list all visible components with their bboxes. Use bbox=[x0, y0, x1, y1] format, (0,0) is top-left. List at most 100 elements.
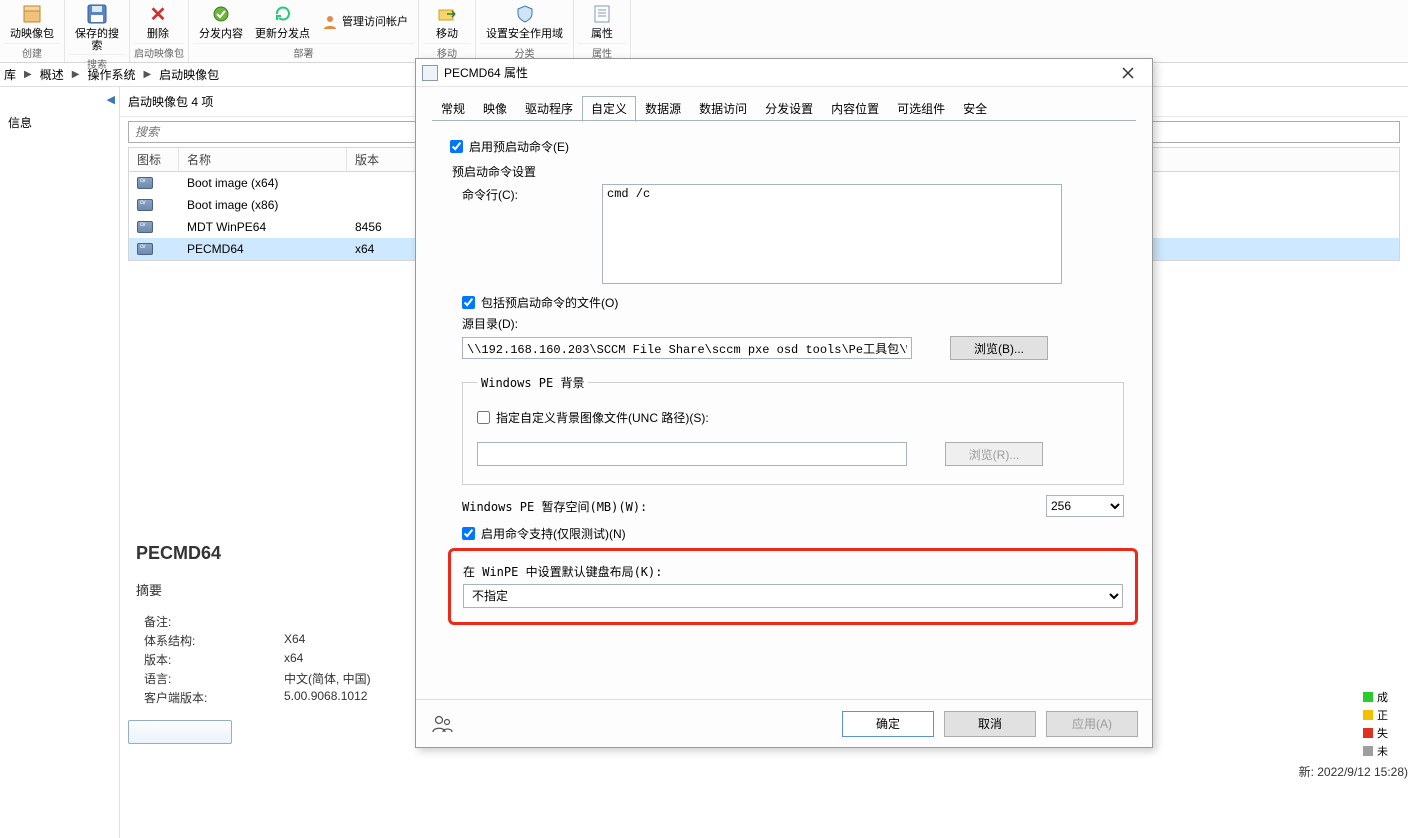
breadcrumb-item[interactable]: 概述 bbox=[36, 66, 68, 83]
legend-label: 正 bbox=[1377, 707, 1388, 723]
chevron-right-icon: ▶ bbox=[20, 69, 36, 80]
browse-srcdir-button[interactable]: 浏览(B)... bbox=[950, 336, 1048, 360]
detail-value: 中文(简体, 中国) bbox=[284, 670, 371, 687]
properties-icon bbox=[590, 2, 614, 26]
ribbon-delete[interactable]: ✕ 删除 bbox=[134, 0, 182, 43]
disk-icon bbox=[137, 221, 153, 233]
distribute-icon bbox=[209, 2, 233, 26]
dialog-tab[interactable]: 自定义 bbox=[582, 96, 636, 122]
enable-prestart-checkbox[interactable] bbox=[450, 140, 463, 153]
properties-dialog: PECMD64 属性 常规映像驱动程序自定义数据源数据访问分发设置内容位置可选组… bbox=[415, 58, 1153, 748]
refresh-icon bbox=[271, 2, 295, 26]
legend-item: 成 bbox=[1363, 689, 1408, 705]
ribbon-label: 保存的搜 索 bbox=[75, 28, 119, 52]
cmdline-textarea[interactable]: cmd /c bbox=[602, 184, 1062, 284]
ribbon-distribute-content[interactable]: 分发内容 bbox=[193, 0, 249, 43]
dialog-icon bbox=[422, 65, 438, 81]
pe-bg-checkbox[interactable] bbox=[477, 411, 490, 424]
row-icon bbox=[129, 199, 179, 211]
package-icon bbox=[20, 2, 44, 26]
breadcrumb-item[interactable]: 启动映像包 bbox=[155, 66, 223, 83]
detail-action-button[interactable] bbox=[128, 720, 232, 744]
ribbon-group-label: 部署 bbox=[193, 43, 414, 62]
legend-swatch bbox=[1363, 710, 1373, 720]
pe-bg-label: 指定自定义背景图像文件(UNC 路径)(S): bbox=[496, 409, 709, 426]
dialog-tabs: 常规映像驱动程序自定义数据源数据访问分发设置内容位置可选组件安全 bbox=[416, 87, 1152, 121]
detail-key: 备注: bbox=[144, 613, 284, 630]
left-nav-pane: ◀ 信息 bbox=[0, 87, 120, 838]
ribbon-label: 管理访问帐户 bbox=[342, 16, 408, 28]
disk-icon bbox=[137, 177, 153, 189]
legend-swatch bbox=[1363, 746, 1373, 756]
include-files-label: 包括预启动命令的文件(O) bbox=[481, 294, 618, 311]
people-icon[interactable] bbox=[430, 712, 454, 736]
breadcrumb-item[interactable]: 库 bbox=[0, 66, 20, 83]
legend-swatch bbox=[1363, 728, 1373, 738]
legend-label: 成 bbox=[1377, 689, 1388, 705]
scratch-space-select[interactable]: 256 bbox=[1046, 495, 1124, 517]
collapse-left-icon[interactable]: ◀ bbox=[107, 93, 115, 106]
include-files-checkbox[interactable] bbox=[462, 296, 475, 309]
dialog-tab[interactable]: 内容位置 bbox=[822, 96, 888, 122]
ribbon-security-scope[interactable]: 设置安全作用域 bbox=[480, 0, 569, 43]
dialog-tab[interactable]: 数据源 bbox=[636, 96, 690, 122]
keyboard-layout-highlight: 在 WinPE 中设置默认键盘布局(K): 不指定 bbox=[448, 548, 1138, 625]
col-icon[interactable]: 图标 bbox=[129, 148, 179, 171]
legend-label: 失 bbox=[1377, 725, 1388, 741]
ok-button[interactable]: 确定 bbox=[842, 711, 934, 737]
dialog-titlebar[interactable]: PECMD64 属性 bbox=[416, 59, 1152, 87]
ribbon-label: 删除 bbox=[147, 28, 169, 40]
dialog-tab[interactable]: 映像 bbox=[474, 96, 516, 122]
status-legend: 成正失未 bbox=[1363, 687, 1408, 761]
detail-value: x64 bbox=[284, 651, 303, 668]
shield-icon bbox=[513, 2, 537, 26]
cmdline-label: 命令行(C): bbox=[462, 184, 592, 203]
dialog-title: PECMD64 属性 bbox=[444, 64, 1110, 81]
scratch-space-label: Windows PE 暂存空间(MB)(W): bbox=[462, 498, 647, 515]
row-name: PECMD64 bbox=[179, 242, 347, 256]
dialog-tab[interactable]: 数据访问 bbox=[690, 96, 756, 122]
legend-item: 未 bbox=[1363, 743, 1408, 759]
browse-pe-bg-button: 浏览(R)... bbox=[945, 442, 1043, 466]
enable-cmd-support-checkbox[interactable] bbox=[462, 527, 475, 540]
ribbon-update-dp[interactable]: 更新分发点 bbox=[249, 0, 316, 43]
leftnav-info[interactable]: 信息 bbox=[4, 106, 115, 139]
detail-key: 语言: bbox=[144, 670, 284, 687]
ribbon-label: 动映像包 bbox=[10, 28, 54, 40]
dialog-tab[interactable]: 分发设置 bbox=[756, 96, 822, 122]
enable-cmd-support-label: 启用命令支持(仅限测试)(N) bbox=[481, 525, 626, 542]
row-icon bbox=[129, 177, 179, 189]
ribbon-move[interactable]: 移动 bbox=[423, 0, 471, 43]
row-name: Boot image (x86) bbox=[179, 198, 347, 212]
detail-key: 版本: bbox=[144, 651, 284, 668]
pe-background-group: Windows PE 背景 指定自定义背景图像文件(UNC 路径)(S): 浏览… bbox=[462, 374, 1124, 485]
dialog-tab[interactable]: 常规 bbox=[432, 96, 474, 122]
detail-key: 客户端版本: bbox=[144, 689, 284, 706]
pe-background-legend: Windows PE 背景 bbox=[477, 374, 588, 391]
detail-value: 5.00.9068.1012 bbox=[284, 689, 367, 706]
col-name[interactable]: 名称 bbox=[179, 148, 347, 171]
ribbon-create-bootimage[interactable]: 动映像包 bbox=[4, 0, 60, 43]
cancel-button[interactable]: 取消 bbox=[944, 711, 1036, 737]
dialog-tab[interactable]: 可选组件 bbox=[888, 96, 954, 122]
dialog-tab[interactable]: 驱动程序 bbox=[516, 96, 582, 122]
ribbon-saved-searches[interactable]: 保存的搜 索 bbox=[69, 0, 125, 54]
disk-icon bbox=[137, 199, 153, 211]
ribbon-group-label: 创建 bbox=[4, 43, 60, 62]
ribbon-group-label: 搜索 bbox=[69, 54, 125, 73]
apply-button: 应用(A) bbox=[1046, 711, 1138, 737]
srcdir-input[interactable] bbox=[462, 337, 912, 359]
dialog-body: 启用预启动命令(E) 预启动命令设置 命令行(C): cmd /c 包括预启动命… bbox=[416, 122, 1152, 699]
ribbon-manage-access[interactable]: 管理访问帐户 bbox=[316, 0, 414, 43]
srcdir-label: 源目录(D): bbox=[462, 315, 1124, 332]
row-name: MDT WinPE64 bbox=[179, 220, 347, 234]
keyboard-layout-label: 在 WinPE 中设置默认键盘布局(K): bbox=[463, 563, 1123, 580]
ribbon-properties[interactable]: 属性 bbox=[578, 0, 626, 43]
dialog-tab[interactable]: 安全 bbox=[954, 96, 996, 122]
detail-value: X64 bbox=[284, 632, 305, 649]
keyboard-layout-select[interactable]: 不指定 bbox=[463, 584, 1123, 608]
close-button[interactable] bbox=[1110, 63, 1146, 83]
ribbon-label: 属性 bbox=[591, 28, 613, 40]
delete-icon: ✕ bbox=[146, 2, 170, 26]
prestart-settings-label: 预启动命令设置 bbox=[452, 163, 1124, 180]
